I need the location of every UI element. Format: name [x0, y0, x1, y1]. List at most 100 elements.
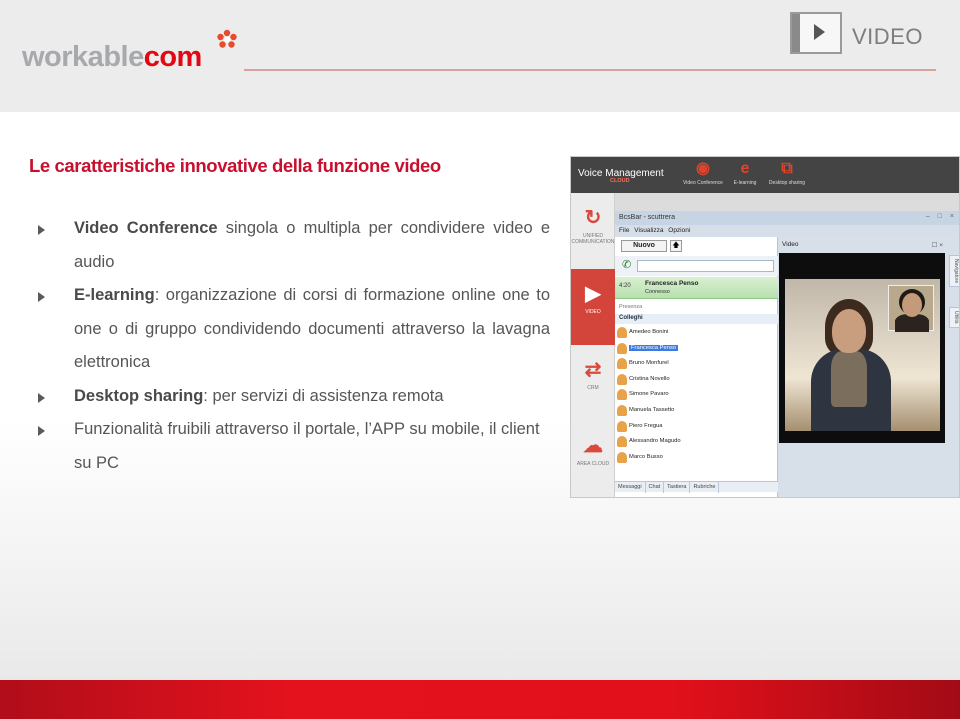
product-screenshot: Voice Management CLOUD ◉ Video Conferenc… — [570, 156, 960, 498]
avatar — [617, 373, 627, 385]
avatar — [617, 342, 627, 354]
app-window: BcsBar - scuttrera – □ × File Visualizza… — [615, 211, 959, 497]
caller-name: Francesca Penso — [645, 280, 699, 287]
dial-row: ✆ — [615, 256, 778, 276]
sidebar-item-label: VIDEO — [585, 309, 601, 315]
feature-name: Desktop sharing — [74, 386, 204, 405]
feature-name: Video Conference — [74, 219, 218, 237]
list-item[interactable]: Simone Pavaro — [615, 387, 778, 403]
list-item: E-learning: organizzazione di corsi di f… — [36, 279, 550, 380]
bullet-triangle-icon — [38, 426, 45, 436]
call-state: Connesso — [645, 289, 670, 295]
list-item[interactable]: Cristina Novello — [615, 372, 778, 388]
contacts-tabs: Messaggi Chat Tastiera Rubriche — [615, 481, 778, 493]
top-item-label: E-learning — [733, 180, 757, 186]
video-icon: ▶ — [585, 283, 601, 305]
phone-icon[interactable]: ✆ — [622, 258, 631, 271]
menu-item-visualizza[interactable]: Visualizza — [634, 227, 663, 234]
sidebar-item-crm[interactable]: ⇄ CRM — [571, 345, 615, 421]
avatar — [617, 358, 627, 370]
section-label: VIDEO — [852, 24, 923, 49]
top-item-video-conference[interactable]: ◉ Video Conference — [681, 161, 725, 187]
crm-icon: ⇄ — [584, 359, 602, 381]
sidebar-item-unified-communication[interactable]: ↻ UNIFIED COMMUNICATION — [571, 193, 615, 269]
header-rule — [244, 69, 936, 71]
tab-chat[interactable]: Chat — [646, 482, 665, 493]
list-item[interactable]: Francesca Penso — [615, 341, 778, 357]
video-pane-header: Video ☐ × — [779, 241, 945, 253]
video-side-tabs: Navigatore Utilità — [947, 255, 959, 355]
list-item[interactable]: Alessandro Magudo — [615, 434, 778, 450]
list-item[interactable]: Marco Busso — [615, 450, 778, 466]
avatar — [617, 404, 627, 416]
presence-label: Presenza — [619, 304, 643, 310]
side-tab-navigatore[interactable]: Navigatore — [949, 255, 959, 288]
video-frame[interactable] — [779, 253, 945, 443]
play-icon — [790, 12, 842, 54]
screenshot-sidebar: ↻ UNIFIED COMMUNICATION ▶ VIDEO ⇄ CRM ☁ … — [571, 193, 615, 497]
sidebar-item-label: UNIFIED COMMUNICATION — [571, 233, 615, 245]
logo-text-red: com — [143, 41, 203, 73]
top-item-e-learning[interactable]: e E-learning — [723, 160, 767, 187]
list-item[interactable]: Amedeo Bonini — [615, 325, 778, 341]
flower-icon — [217, 29, 237, 48]
active-call[interactable]: 4:20 Francesca Penso Connesso — [615, 277, 778, 299]
up-arrow-icon[interactable]: 🡅 — [670, 240, 682, 252]
sidebar-item-label: AREA CLOUD — [576, 461, 610, 467]
sync-icon: ↻ — [584, 207, 602, 229]
top-item-label: Desktop sharing — [768, 180, 806, 186]
logo-text-gray: workable — [22, 41, 144, 73]
video-pane: Video ☐ × Navigatore Utilità — [779, 237, 959, 497]
sidebar-item-label: CRM — [587, 385, 599, 391]
window-title-text: BcsBar - scuttrera — [619, 214, 676, 221]
contact-list: Amedeo Bonini Francesca Penso Bruno Monf… — [615, 325, 778, 465]
avatar — [617, 389, 627, 401]
bullet-triangle-icon — [38, 292, 45, 302]
contacts-panel: Nuovo 🡅 ✆ 4:20 Francesca Penso Connesso … — [615, 237, 778, 497]
video-pane-controls[interactable]: ☐ × — [932, 241, 943, 249]
video-pane-title: Video — [782, 241, 799, 248]
list-item[interactable]: Manuela Tassetto — [615, 403, 778, 419]
list-item: Video Conference singola o multipla per … — [36, 212, 550, 279]
sidebar-item-video[interactable]: ▶ VIDEO — [571, 269, 615, 345]
video-section-tag: VIDEO — [790, 12, 938, 54]
avatar — [617, 420, 627, 432]
bullet-triangle-icon — [38, 225, 45, 235]
avatar — [617, 436, 627, 448]
window-title: BcsBar - scuttrera – □ × — [615, 211, 959, 225]
sidebar-item-area-cloud[interactable]: ☁ AREA CLOUD — [571, 421, 615, 497]
top-item-label: Video Conference — [683, 180, 723, 186]
feature-description: Funzionalità fruibili attraverso il port… — [74, 420, 540, 472]
top-item-desktop-sharing[interactable]: ⧉ Desktop sharing — [765, 160, 809, 187]
side-tab-utilita[interactable]: Utilità — [949, 307, 959, 328]
self-view-thumbnail — [888, 285, 934, 332]
feature-description: : per servizi di assistenza remota — [203, 386, 444, 405]
tab-tastiera[interactable]: Tastiera — [664, 482, 691, 493]
menu-item-file[interactable]: File — [619, 227, 629, 234]
list-item[interactable]: Piero Fregua — [615, 419, 778, 435]
window-controls[interactable]: – □ × — [926, 213, 957, 220]
e-learning-icon: e — [740, 160, 750, 177]
video-feed-image — [785, 279, 940, 431]
avatar — [617, 327, 627, 338]
bullet-triangle-icon — [38, 392, 45, 403]
call-timer: 4:20 — [619, 283, 631, 289]
feature-name: E-learning — [74, 286, 155, 304]
tab-messaggi[interactable]: Messaggi — [615, 482, 646, 493]
dial-input[interactable] — [637, 260, 774, 272]
list-item[interactable]: Bruno Monfurel — [615, 356, 778, 372]
new-button[interactable]: Nuovo — [621, 240, 667, 252]
desktop-sharing-icon: ⧉ — [781, 160, 793, 177]
tab-rubriche[interactable]: Rubriche — [690, 482, 720, 493]
slide-title: Le caratteristiche innovative della funz… — [29, 155, 441, 176]
list-item: Desktop sharing: per servizi di assisten… — [36, 380, 550, 414]
workablecom-logo[interactable]: workablecom — [22, 40, 202, 74]
list-item: Funzionalità fruibili attraverso il port… — [36, 413, 550, 480]
footer-band — [0, 680, 960, 719]
menu-item-opzioni[interactable]: Opzioni — [668, 227, 690, 234]
feature-list: Video Conference singola o multipla per … — [36, 212, 550, 480]
group-header[interactable]: Colleghi — [615, 314, 778, 324]
screenshot-top-bar: Voice Management CLOUD ◉ Video Conferenc… — [571, 157, 959, 193]
app-menu-bar: File Visualizza Opzioni — [615, 225, 779, 237]
vm-cloud-label: CLOUD — [610, 178, 630, 184]
